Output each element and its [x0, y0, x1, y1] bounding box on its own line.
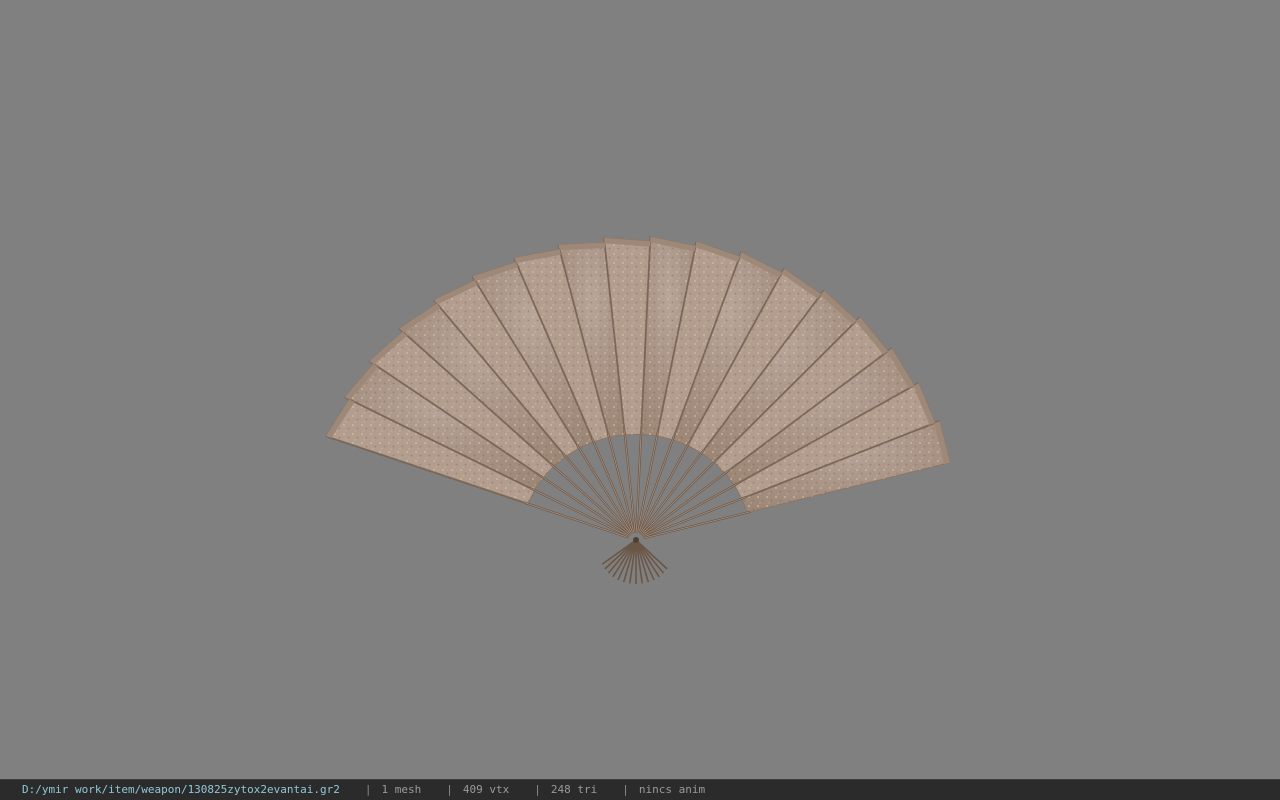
separator: | [534, 783, 541, 796]
separator: | [622, 783, 629, 796]
file-path: D:/ymir work/item/weapon/130825zytox2eva… [22, 783, 340, 796]
mesh-count: 1 mesh [381, 783, 422, 796]
animation-status: nincs anim [638, 783, 706, 796]
fan-model[interactable] [0, 0, 1280, 779]
fan-rib-highlight [642, 483, 739, 537]
vertex-count: 409 vtx [462, 783, 510, 796]
fan-rib-highlight [640, 449, 705, 535]
fan-rib-highlight [539, 475, 630, 536]
fan-group [325, 236, 951, 584]
3d-viewport[interactable] [0, 0, 1280, 779]
separator: | [446, 783, 453, 796]
separator: | [364, 783, 372, 796]
triangle-count: 248 tri [550, 783, 598, 796]
fan-rivet [633, 537, 639, 543]
status-bar: D:/ymir work/item/weapon/130825zytox2eva… [0, 779, 1280, 800]
